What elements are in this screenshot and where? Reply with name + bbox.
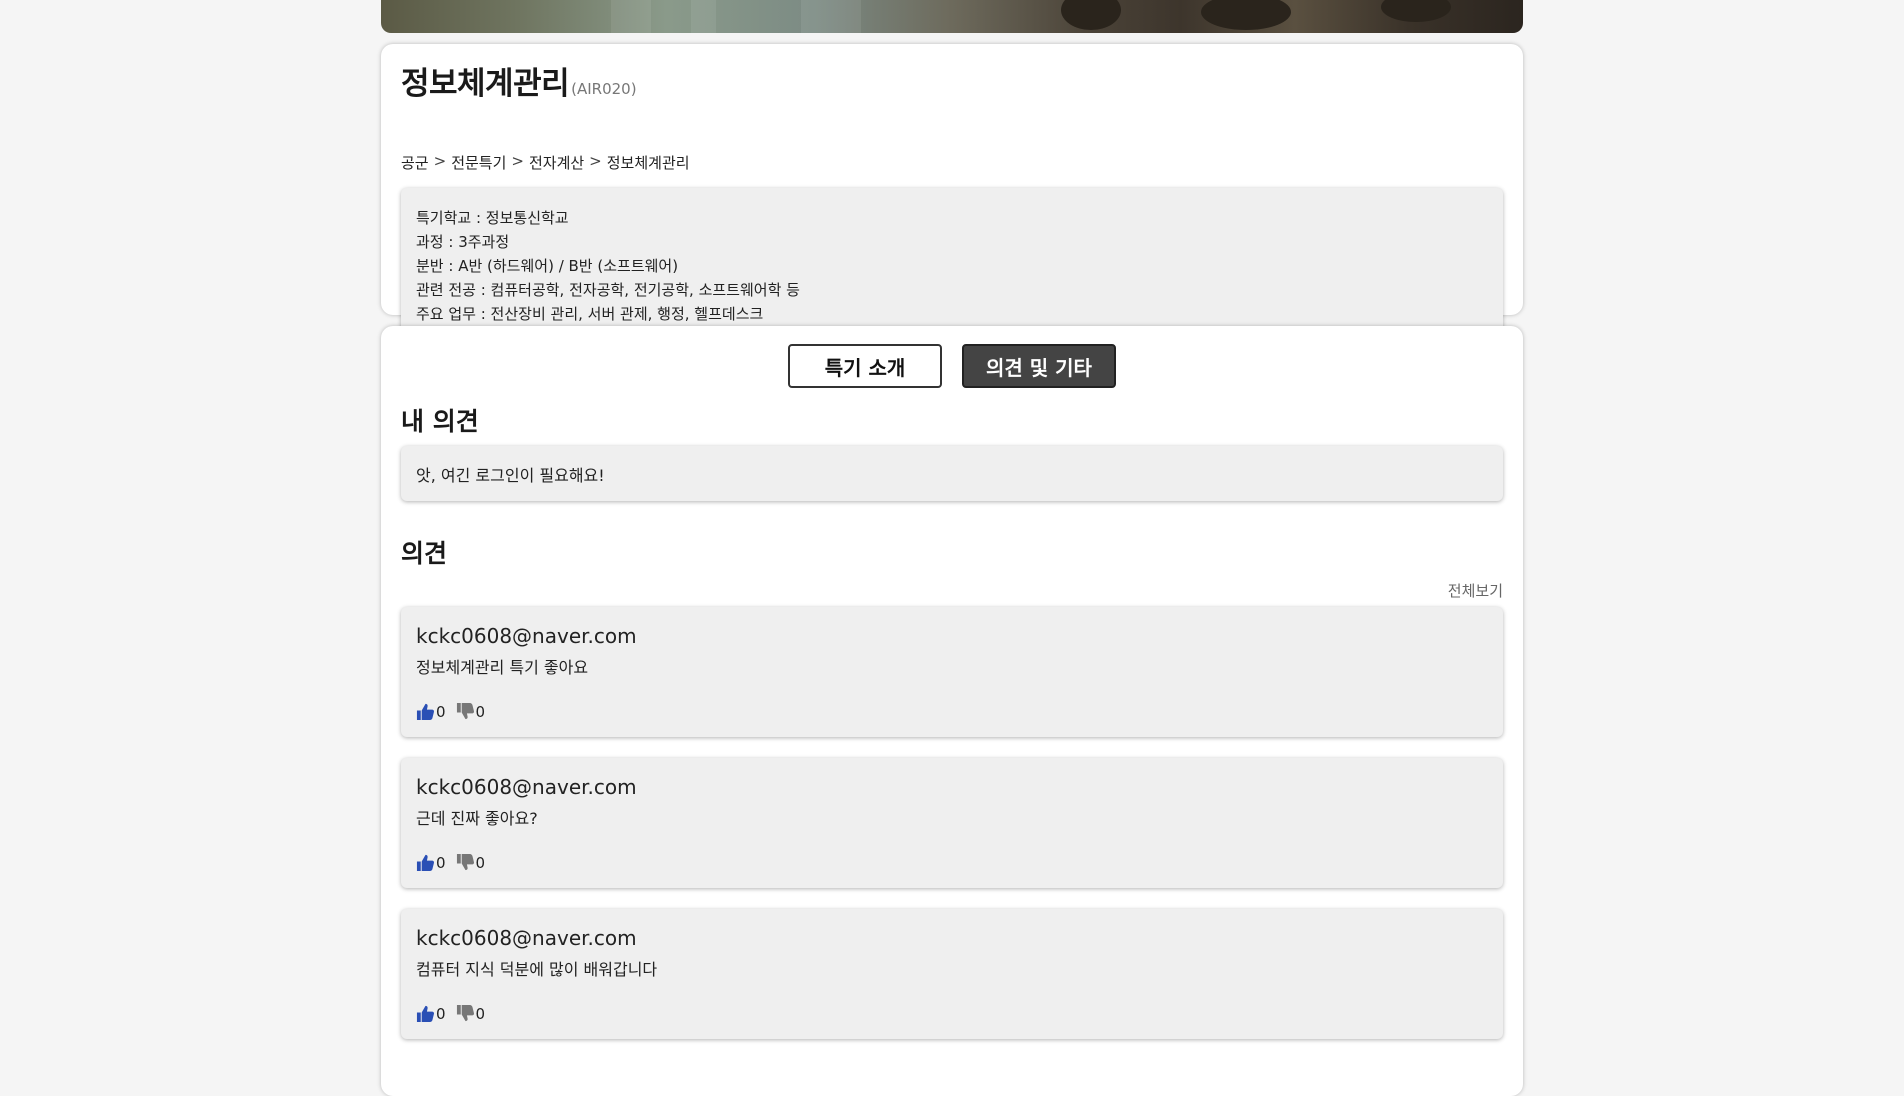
comment-author: kckc0608@naver.com [416,775,637,799]
title-row: 정보체계관리 (AIR020) [401,58,637,103]
login-required-box: 앗, 여긴 로그인이 필요해요! [401,446,1503,501]
dislike-count: 0 [475,854,486,872]
tab-specialty-intro[interactable]: 특기 소개 [788,344,942,388]
info-related-majors: 관련 전공 : 컴퓨터공학, 전자공학, 전기공학, 소프트웨어학 등 [416,281,800,299]
breadcrumb-item: 정보체계관리 [606,154,690,172]
dislike-count: 0 [475,703,486,721]
info-school: 특기학교 : 정보통신학교 [416,209,569,227]
reactions: 0 0 [416,702,485,721]
like-button[interactable]: 0 [416,1004,446,1023]
specialty-info-card: 정보체계관리 (AIR020) 공군 > 전문특기 > 전자계산 > 정보체계관… [381,44,1523,339]
comment-item: kckc0608@naver.com 근데 진짜 좋아요? 0 0 [401,758,1503,888]
breadcrumb-item: 공군 [401,154,429,172]
dislike-count: 0 [475,1005,486,1023]
my-opinion-heading: 내 의견 [401,407,479,436]
opinions-heading: 의견 [401,539,448,568]
comment-text: 컴퓨터 지식 덕분에 많이 배워갑니다 [416,960,658,979]
tab-opinions-etc[interactable]: 의견 및 기타 [962,344,1116,388]
comment-author: kckc0608@naver.com [416,926,637,950]
breadcrumb-separator: > [589,152,602,170]
like-button[interactable]: 0 [416,853,446,872]
specialty-details-box: 특기학교 : 정보통신학교 과정 : 3주과정 분반 : A반 (하드웨어) /… [401,188,1503,339]
reactions: 0 0 [416,853,485,872]
breadcrumb-item: 전자계산 [528,154,585,172]
like-count: 0 [436,703,446,721]
view-all-link[interactable]: 전체보기 [1448,580,1503,601]
reactions: 0 0 [416,1004,485,1023]
thumbs-down-icon [456,853,474,871]
thumbs-down-icon [456,1004,474,1022]
like-count: 0 [436,854,446,872]
comment-item: kckc0608@naver.com 정보체계관리 특기 좋아요 0 0 [401,607,1503,737]
hero-banner-image [381,0,1523,33]
thumbs-up-icon [416,703,435,721]
breadcrumb-item: 전문특기 [451,154,507,172]
thumbs-down-icon [456,702,474,720]
comment-item: kckc0608@naver.com 컴퓨터 지식 덕분에 많이 배워갑니다 0… [401,909,1503,1039]
thumbs-up-icon [416,1005,435,1023]
info-main-duties: 주요 업무 : 전산장비 관리, 서버 관제, 행정, 헬프데스크 [416,305,764,323]
info-class: 분반 : A반 (하드웨어) / B반 (소프트웨어) [416,257,679,275]
dislike-button[interactable]: 0 [456,1004,486,1023]
opinion-card: 특기 소개 의견 및 기타 내 의견 앗, 여긴 로그인이 필요해요! 의견 전… [381,326,1523,1096]
specialty-code: (AIR020) [571,80,637,98]
breadcrumb-separator: > [433,152,447,170]
like-count: 0 [436,1005,446,1023]
comment-text: 근데 진짜 좋아요? [416,809,538,828]
dislike-button[interactable]: 0 [456,853,486,872]
breadcrumb: 공군 > 전문특기 > 전자계산 > 정보체계관리 [401,152,690,173]
page-title: 정보체계관리 [401,66,570,102]
breadcrumb-separator: > [511,152,524,170]
comment-text: 정보체계관리 특기 좋아요 [416,658,589,677]
login-required-message: 앗, 여긴 로그인이 필요해요! [416,465,605,485]
tab-bar: 특기 소개 의견 및 기타 [381,344,1523,388]
comment-author: kckc0608@naver.com [416,624,637,648]
info-course: 과정 : 3주과정 [416,233,510,251]
dislike-button[interactable]: 0 [456,702,486,721]
thumbs-up-icon [416,854,435,872]
like-button[interactable]: 0 [416,702,446,721]
